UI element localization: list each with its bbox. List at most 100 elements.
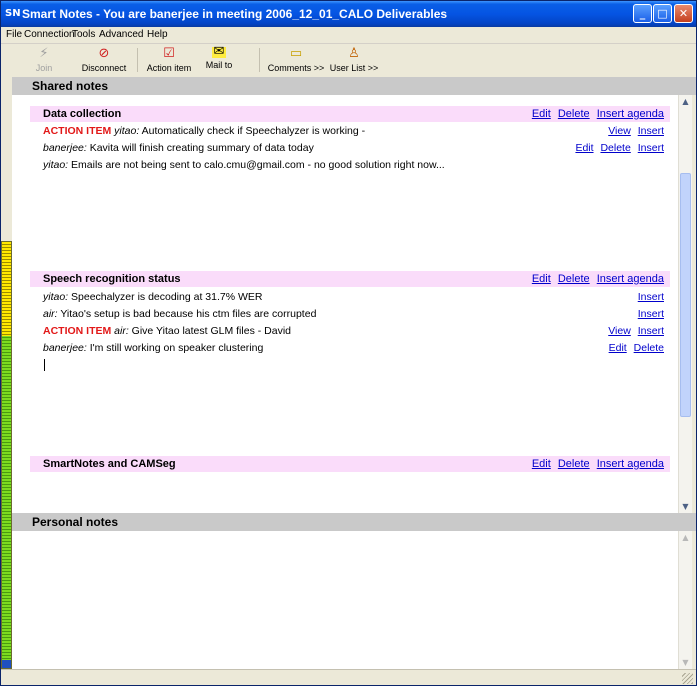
disconnect-icon: ⊘ bbox=[98, 46, 110, 61]
menu-connection[interactable]: Connection bbox=[24, 29, 75, 40]
note-author: air: bbox=[43, 308, 58, 320]
topic-title: Data collection bbox=[43, 108, 122, 120]
minimize-button[interactable]: _ bbox=[633, 4, 652, 23]
note-author: yitao: bbox=[43, 159, 69, 171]
text-caret bbox=[44, 359, 45, 371]
join-button[interactable]: ⚡ Join bbox=[33, 47, 55, 74]
scroll-up-icon[interactable]: ▲ bbox=[679, 531, 692, 544]
topic-actions: Edit Delete Insert agenda bbox=[528, 106, 664, 122]
activity-strip bbox=[1, 241, 12, 669]
insert-agenda-link[interactable]: Insert agenda bbox=[597, 273, 664, 285]
topic-actions: Edit Delete Insert agenda bbox=[528, 456, 664, 472]
window-title: Smart Notes - You are banerjee in meetin… bbox=[22, 7, 448, 21]
insert-link[interactable]: Insert bbox=[638, 291, 664, 303]
note-row[interactable]: ACTION ITEM yitao: Automatically check i… bbox=[43, 124, 671, 138]
edit-link[interactable]: Edit bbox=[532, 273, 551, 285]
insert-link[interactable]: Insert bbox=[638, 308, 664, 320]
edit-link[interactable]: Edit bbox=[575, 142, 593, 154]
shared-notes-header: Shared notes bbox=[12, 77, 696, 95]
delete-link[interactable]: Delete bbox=[634, 342, 664, 354]
menu-help[interactable]: Help bbox=[147, 29, 168, 40]
mail-to-button[interactable]: ✉ Mail to bbox=[201, 44, 237, 70]
personal-notes-scrollbar[interactable]: ▲ ▼ bbox=[678, 531, 692, 669]
note-text: Speechalyzer is decoding at 31.7% WER bbox=[68, 291, 263, 303]
checkbox-icon: ☑ bbox=[163, 46, 175, 61]
note-row[interactable]: yitao: Speechalyzer is decoding at 31.7%… bbox=[43, 290, 671, 304]
action-item-tag: ACTION ITEM bbox=[43, 125, 112, 137]
app-icon: SN bbox=[5, 8, 21, 19]
view-link[interactable]: View bbox=[608, 325, 631, 337]
scroll-thumb[interactable] bbox=[680, 173, 691, 417]
note-actions: Edit Delete bbox=[605, 341, 664, 355]
note-author: yitao: bbox=[43, 291, 69, 303]
comments-button[interactable]: ▭ Comments >> bbox=[267, 46, 325, 74]
note-row[interactable]: air: Yitao's setup is bad because his ct… bbox=[43, 307, 671, 321]
note-row[interactable]: banerjee: I'm still working on speaker c… bbox=[43, 341, 671, 355]
note-author: yitao: bbox=[114, 125, 140, 137]
close-button[interactable]: ✕ bbox=[674, 4, 693, 23]
activity-strip-blue bbox=[2, 660, 11, 668]
note-text: Give Yitao latest GLM files - David bbox=[128, 325, 291, 337]
personal-notes-header: Personal notes bbox=[12, 513, 696, 531]
insert-agenda-link[interactable]: Insert agenda bbox=[597, 458, 664, 470]
note-row[interactable]: banerjee: Kavita will finish creating su… bbox=[43, 141, 671, 155]
note-text: Automatically check if Speechalyzer is w… bbox=[139, 125, 366, 137]
note-actions: View Insert bbox=[604, 124, 664, 138]
note-text: Kavita will finish creating summary of d… bbox=[86, 142, 314, 154]
shared-notes-scrollbar[interactable]: ▲ ▼ bbox=[678, 95, 692, 513]
toolbar-separator bbox=[259, 48, 260, 72]
disconnect-button[interactable]: ⊘ Disconnect bbox=[79, 46, 129, 74]
menu-advanced[interactable]: Advanced bbox=[99, 29, 143, 40]
edit-link[interactable]: Edit bbox=[532, 108, 551, 120]
edit-link[interactable]: Edit bbox=[609, 342, 627, 354]
toolbar-separator bbox=[137, 48, 138, 72]
topic-data-collection: Data collection Edit Delete Insert agend… bbox=[30, 106, 670, 122]
personal-notes-textarea[interactable] bbox=[12, 531, 678, 669]
user-list-button[interactable]: ♙ User List >> bbox=[329, 46, 379, 74]
action-item-tag: ACTION ITEM bbox=[43, 325, 112, 337]
topic-title: SmartNotes and CAMSeg bbox=[43, 458, 176, 470]
note-text: I'm still working on speaker clustering bbox=[86, 342, 264, 354]
note-text: Emails are not being sent to calo.cmu@gm… bbox=[68, 159, 445, 171]
view-link[interactable]: View bbox=[608, 125, 631, 137]
menu-tools[interactable]: Tools bbox=[72, 29, 95, 40]
title-bar[interactable]: SN Smart Notes - You are banerjee in mee… bbox=[1, 1, 696, 27]
note-actions: Insert bbox=[634, 290, 664, 304]
insert-agenda-link[interactable]: Insert agenda bbox=[597, 108, 664, 120]
topic-smartnotes-and-camseg: SmartNotes and CAMSeg Edit Delete Insert… bbox=[30, 456, 670, 472]
note-actions: View Insert bbox=[604, 324, 664, 338]
action-item-button[interactable]: ☑ Action item bbox=[145, 46, 193, 74]
topic-actions: Edit Delete Insert agenda bbox=[528, 271, 664, 287]
note-author: banerjee: bbox=[43, 342, 87, 354]
toolbar: ⚡ Join ⊘ Disconnect ☑ Action item ✉ Mail… bbox=[1, 43, 696, 75]
users-icon: ♙ bbox=[348, 46, 360, 61]
status-bar bbox=[1, 669, 696, 685]
note-author: air: bbox=[114, 325, 129, 337]
app-window: SN Smart Notes - You are banerjee in mee… bbox=[0, 0, 697, 686]
scroll-up-icon[interactable]: ▲ bbox=[679, 95, 692, 108]
note-text: Yitao's setup is bad because his ctm fil… bbox=[57, 308, 317, 320]
note-actions: Insert bbox=[634, 307, 664, 321]
delete-link[interactable]: Delete bbox=[600, 142, 630, 154]
delete-link[interactable]: Delete bbox=[558, 273, 590, 285]
insert-link[interactable]: Insert bbox=[638, 125, 664, 137]
maximize-button[interactable]: □ bbox=[653, 4, 672, 23]
note-author: banerjee: bbox=[43, 142, 87, 154]
delete-link[interactable]: Delete bbox=[558, 108, 590, 120]
insert-link[interactable]: Insert bbox=[638, 325, 664, 337]
menu-file[interactable]: File bbox=[6, 29, 22, 40]
topic-speech-recognition-status: Speech recognition status Edit Delete In… bbox=[30, 271, 670, 287]
mail-icon: ✉ bbox=[212, 44, 226, 59]
scroll-down-icon[interactable]: ▼ bbox=[679, 500, 692, 513]
resize-grip-icon[interactable] bbox=[682, 673, 693, 684]
activity-strip-yellow bbox=[2, 242, 11, 336]
scroll-down-icon[interactable]: ▼ bbox=[679, 656, 692, 669]
note-row[interactable]: yitao: Emails are not being sent to calo… bbox=[43, 158, 671, 172]
insert-link[interactable]: Insert bbox=[638, 142, 664, 154]
folder-icon: ▭ bbox=[289, 46, 303, 61]
note-actions: Edit Delete Insert bbox=[571, 141, 664, 155]
note-row[interactable]: ACTION ITEM air: Give Yitao latest GLM f… bbox=[43, 324, 671, 338]
topic-title: Speech recognition status bbox=[43, 273, 181, 285]
edit-link[interactable]: Edit bbox=[532, 458, 551, 470]
delete-link[interactable]: Delete bbox=[558, 458, 590, 470]
